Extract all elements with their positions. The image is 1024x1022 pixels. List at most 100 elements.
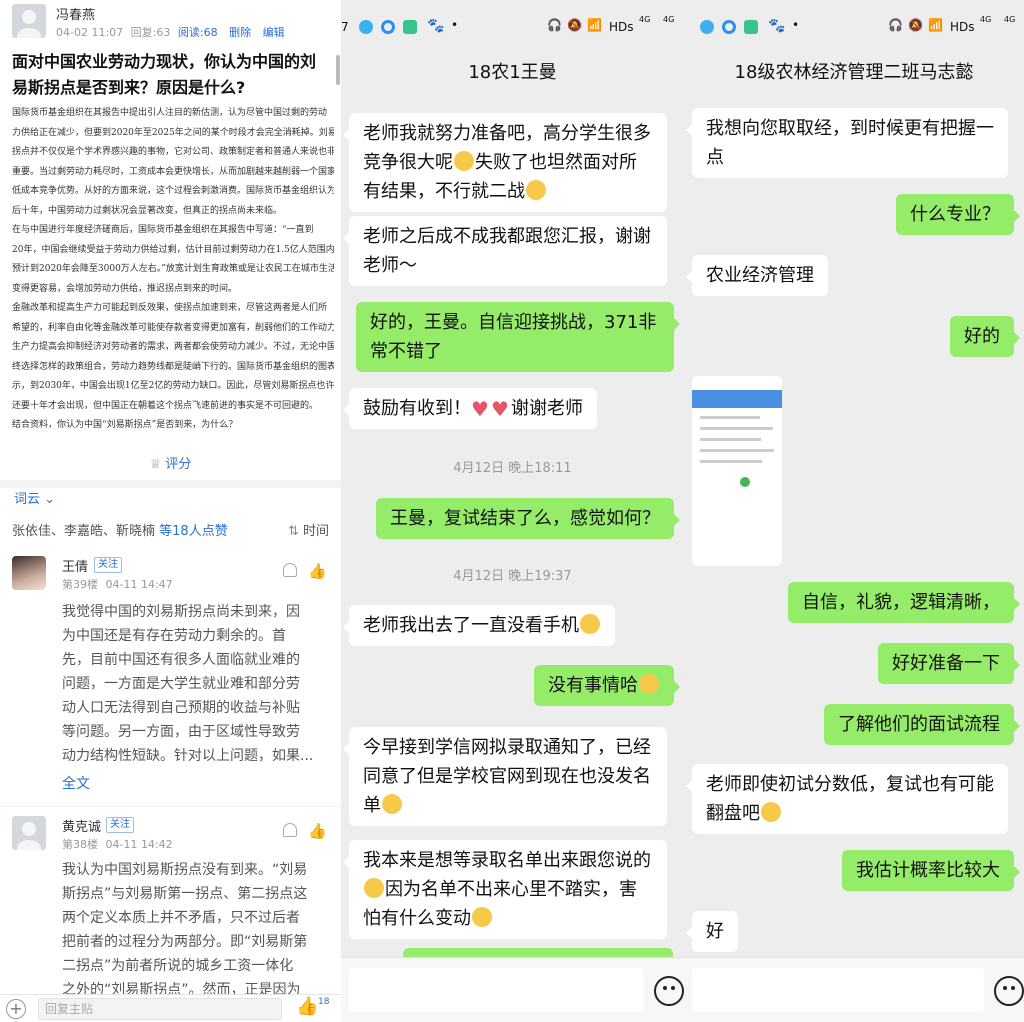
- dot-icon: •: [451, 18, 459, 32]
- likes-users: 张依佳、李嘉皓、靳晓楠: [12, 524, 156, 539]
- message-text: 什么专业？: [910, 204, 1000, 225]
- image-message[interactable]: [692, 376, 782, 566]
- emoji-icon[interactable]: [654, 976, 684, 1006]
- paw-icon: 🐾: [427, 18, 445, 34]
- edit-link[interactable]: 编辑: [263, 26, 285, 39]
- commenter-name[interactable]: 王倩: [62, 556, 88, 575]
- timestamp: 4月12日 晚上18:11: [453, 461, 572, 476]
- message-bubble[interactable]: 好好准备一下: [878, 643, 1020, 684]
- message-bubble[interactable]: 我想向您取取经，到时候更有把握一点: [686, 108, 1008, 178]
- message-bubble[interactable]: 什么专业？: [896, 194, 1020, 235]
- post-body-line: 后十年，中国劳动力过剩状况会显著改变，但真正的拐点尚未来临。: [12, 205, 283, 216]
- app-icon: [381, 20, 395, 34]
- message-text: 农业经济管理: [706, 265, 814, 286]
- emoji-icon[interactable]: [994, 976, 1024, 1006]
- dot-icon: •: [792, 18, 800, 32]
- post-body-line: 拐点并不仅仅是个学术界感兴趣的事物，它对公司、政策制定者和普通人来说也非常: [12, 147, 334, 157]
- post-title: 面对中国农业劳动力现状，你认为中国的刘易斯拐点是否到来？原因是什么?: [12, 52, 317, 97]
- post-body-line: 生产力提高会抑制经济对劳动者的需求，两者都会使劳动力减少。不过，无论中国最: [12, 342, 334, 352]
- bell-icon[interactable]: [283, 563, 297, 577]
- follow-button[interactable]: 关注: [94, 557, 122, 573]
- post-body-line: 重要。当过剩劳动力耗尽时，工资成本会更快增长，从而加剧越来越削弱一个国家的: [12, 166, 334, 177]
- post-body-line: 示，到2030年，中国会出现1亿至2亿的劳动力缺口。因此，尽管刘易斯拐点也许: [12, 381, 334, 391]
- message-text: 老师我出去了一直没看手机: [363, 615, 579, 636]
- message-text: 我想向您取取经，到时候更有把握一点: [706, 118, 994, 168]
- app-icon: [359, 20, 373, 34]
- message-bubble[interactable]: 老师我出去了一直没看手机: [343, 605, 615, 646]
- chat-title: 18级农林经济管理二班马志懿: [734, 62, 974, 83]
- like-count: 18: [318, 997, 330, 1007]
- commenter-name[interactable]: 黄克诚: [62, 816, 101, 835]
- message-bubble[interactable]: 好: [686, 911, 738, 952]
- signal-1: 4G: [980, 15, 992, 24]
- scrollbar[interactable]: [336, 55, 340, 85]
- like-icon[interactable]: 👍: [308, 562, 327, 580]
- message-bubble[interactable]: 鼓励有收到！♥ ♥ 谢谢老师: [343, 388, 597, 429]
- like-icon[interactable]: 👍: [308, 822, 327, 840]
- message-bubble[interactable]: 老师之后成不成我都跟您汇报，谢谢老师～: [343, 216, 667, 286]
- emoji-icon: [454, 151, 474, 171]
- reply-bar: + 回复主贴 👍 18: [0, 994, 341, 1022]
- full-text-link[interactable]: 全文: [62, 773, 90, 793]
- sort-by-time[interactable]: ⇅ 时间: [288, 520, 329, 539]
- bell-icon[interactable]: [283, 823, 297, 837]
- message-text: 好: [706, 921, 724, 942]
- message-bubble[interactable]: 今早接到学信网拟录取通知了，已经同意了但是学校官网到现在也没发名单: [343, 727, 667, 826]
- author-avatar[interactable]: [12, 4, 46, 38]
- likes-summary: 张依佳、李嘉皓、靳晓楠 等18人点赞: [12, 520, 228, 539]
- app-icon: [700, 20, 714, 34]
- message-text: 王曼，复试结束了么，感觉如何？: [390, 508, 660, 529]
- message-bubble[interactable]: 好的，王曼。自信迎接挑战，371非常不错了: [356, 302, 680, 372]
- network-label: HDs: [950, 20, 975, 34]
- message-input[interactable]: [349, 968, 644, 1012]
- message-bubble[interactable]: 我本来是想等录取名单出来跟您说的因为名单不出来心里不踏实，害怕有什么变动: [343, 840, 667, 939]
- rate-button[interactable]: ♕ 评分: [0, 453, 341, 472]
- message-bubble[interactable]: 没有事情哈: [534, 665, 680, 706]
- post-body-line: 预计到2020年会降至3000万人左右。”放宽计划生育政策或是让农民工在城市生活: [12, 264, 334, 274]
- message-text: 我估计概率比较大: [856, 860, 1000, 881]
- delete-link[interactable]: 删除: [229, 26, 251, 39]
- message-bubble[interactable]: 王曼，复试结束了么，感觉如何？: [376, 498, 680, 539]
- timestamp: 4月12日 晚上19:37: [453, 569, 572, 584]
- message-text: 因为名单不出来心里不踏实，害怕有什么变动: [363, 879, 637, 929]
- likes-count[interactable]: 等18人点赞: [159, 524, 228, 539]
- follow-button[interactable]: 关注: [106, 817, 134, 833]
- plus-icon[interactable]: +: [6, 999, 26, 1019]
- message-text: 好的: [964, 326, 1000, 347]
- reply-input[interactable]: 回复主贴: [38, 998, 282, 1020]
- thumbs-up-icon[interactable]: 👍: [296, 996, 318, 1017]
- image-line: [700, 427, 773, 430]
- comment-line: 为中国还是有存在劳动力剩余的。首: [62, 628, 286, 644]
- message-bubble[interactable]: 老师我就努力准备吧，高分学生很多竞争很大呢 失败了也坦然面对所有结果，不行就二战: [343, 113, 667, 212]
- read-count[interactable]: 阅读:68: [178, 26, 218, 39]
- message-bubble[interactable]: 自信，礼貌，逻辑清晰，: [788, 582, 1020, 623]
- post-body-line: 低成本竞争优势。从好的方面来说，这个过程会刺激消费。国际货币基金组织认为，: [12, 186, 334, 196]
- author-name[interactable]: 冯春燕: [56, 4, 95, 23]
- comment-line: 问题，一方面是大学生就业难和部分劳: [62, 676, 300, 692]
- sort-icon: ⇅: [287, 524, 299, 539]
- word-cloud-toggle[interactable]: 词云 ⌄: [14, 488, 55, 507]
- post-body: 国际货币基金组织在其报告中提出引人注目的新估测，认为尽管中国过剩的劳动 力供给正在…: [12, 104, 334, 436]
- message-text: 了解他们的面试流程: [838, 714, 1000, 735]
- commenter-avatar[interactable]: [12, 556, 46, 590]
- app-icon: [722, 20, 736, 34]
- check-icon: [740, 477, 750, 487]
- message-input[interactable]: [692, 968, 984, 1012]
- signal-2: 4G: [1004, 15, 1016, 24]
- message-bubble[interactable]: 好的: [950, 316, 1020, 357]
- app-icon: [403, 20, 417, 34]
- comment-line: 我认为中国刘易斯拐点没有到来。“刘易: [62, 862, 308, 878]
- network-label: HDs: [609, 20, 634, 34]
- message-text: 老师即使初试分数低，复试也有可能翻盘吧: [706, 774, 994, 824]
- emoji-icon: [364, 878, 384, 898]
- message-bubble[interactable]: 农业经济管理: [686, 255, 828, 296]
- comment-line: 等问题。另一方面，由于区域性导致劳: [62, 724, 300, 740]
- message-text: 好的，王曼。自信迎接挑战，371非常不错了: [370, 312, 657, 362]
- post-date: 04-02 11:07: [56, 26, 124, 39]
- heart-icon: ♥: [471, 397, 489, 421]
- message-bubble[interactable]: 了解他们的面试流程: [824, 704, 1020, 745]
- commenter-avatar[interactable]: [12, 816, 46, 850]
- message-bubble[interactable]: 我估计概率比较大: [842, 850, 1020, 891]
- message-bubble[interactable]: 老师即使初试分数低，复试也有可能翻盘吧: [686, 764, 1008, 834]
- headset-icon: 🎧: [547, 18, 562, 32]
